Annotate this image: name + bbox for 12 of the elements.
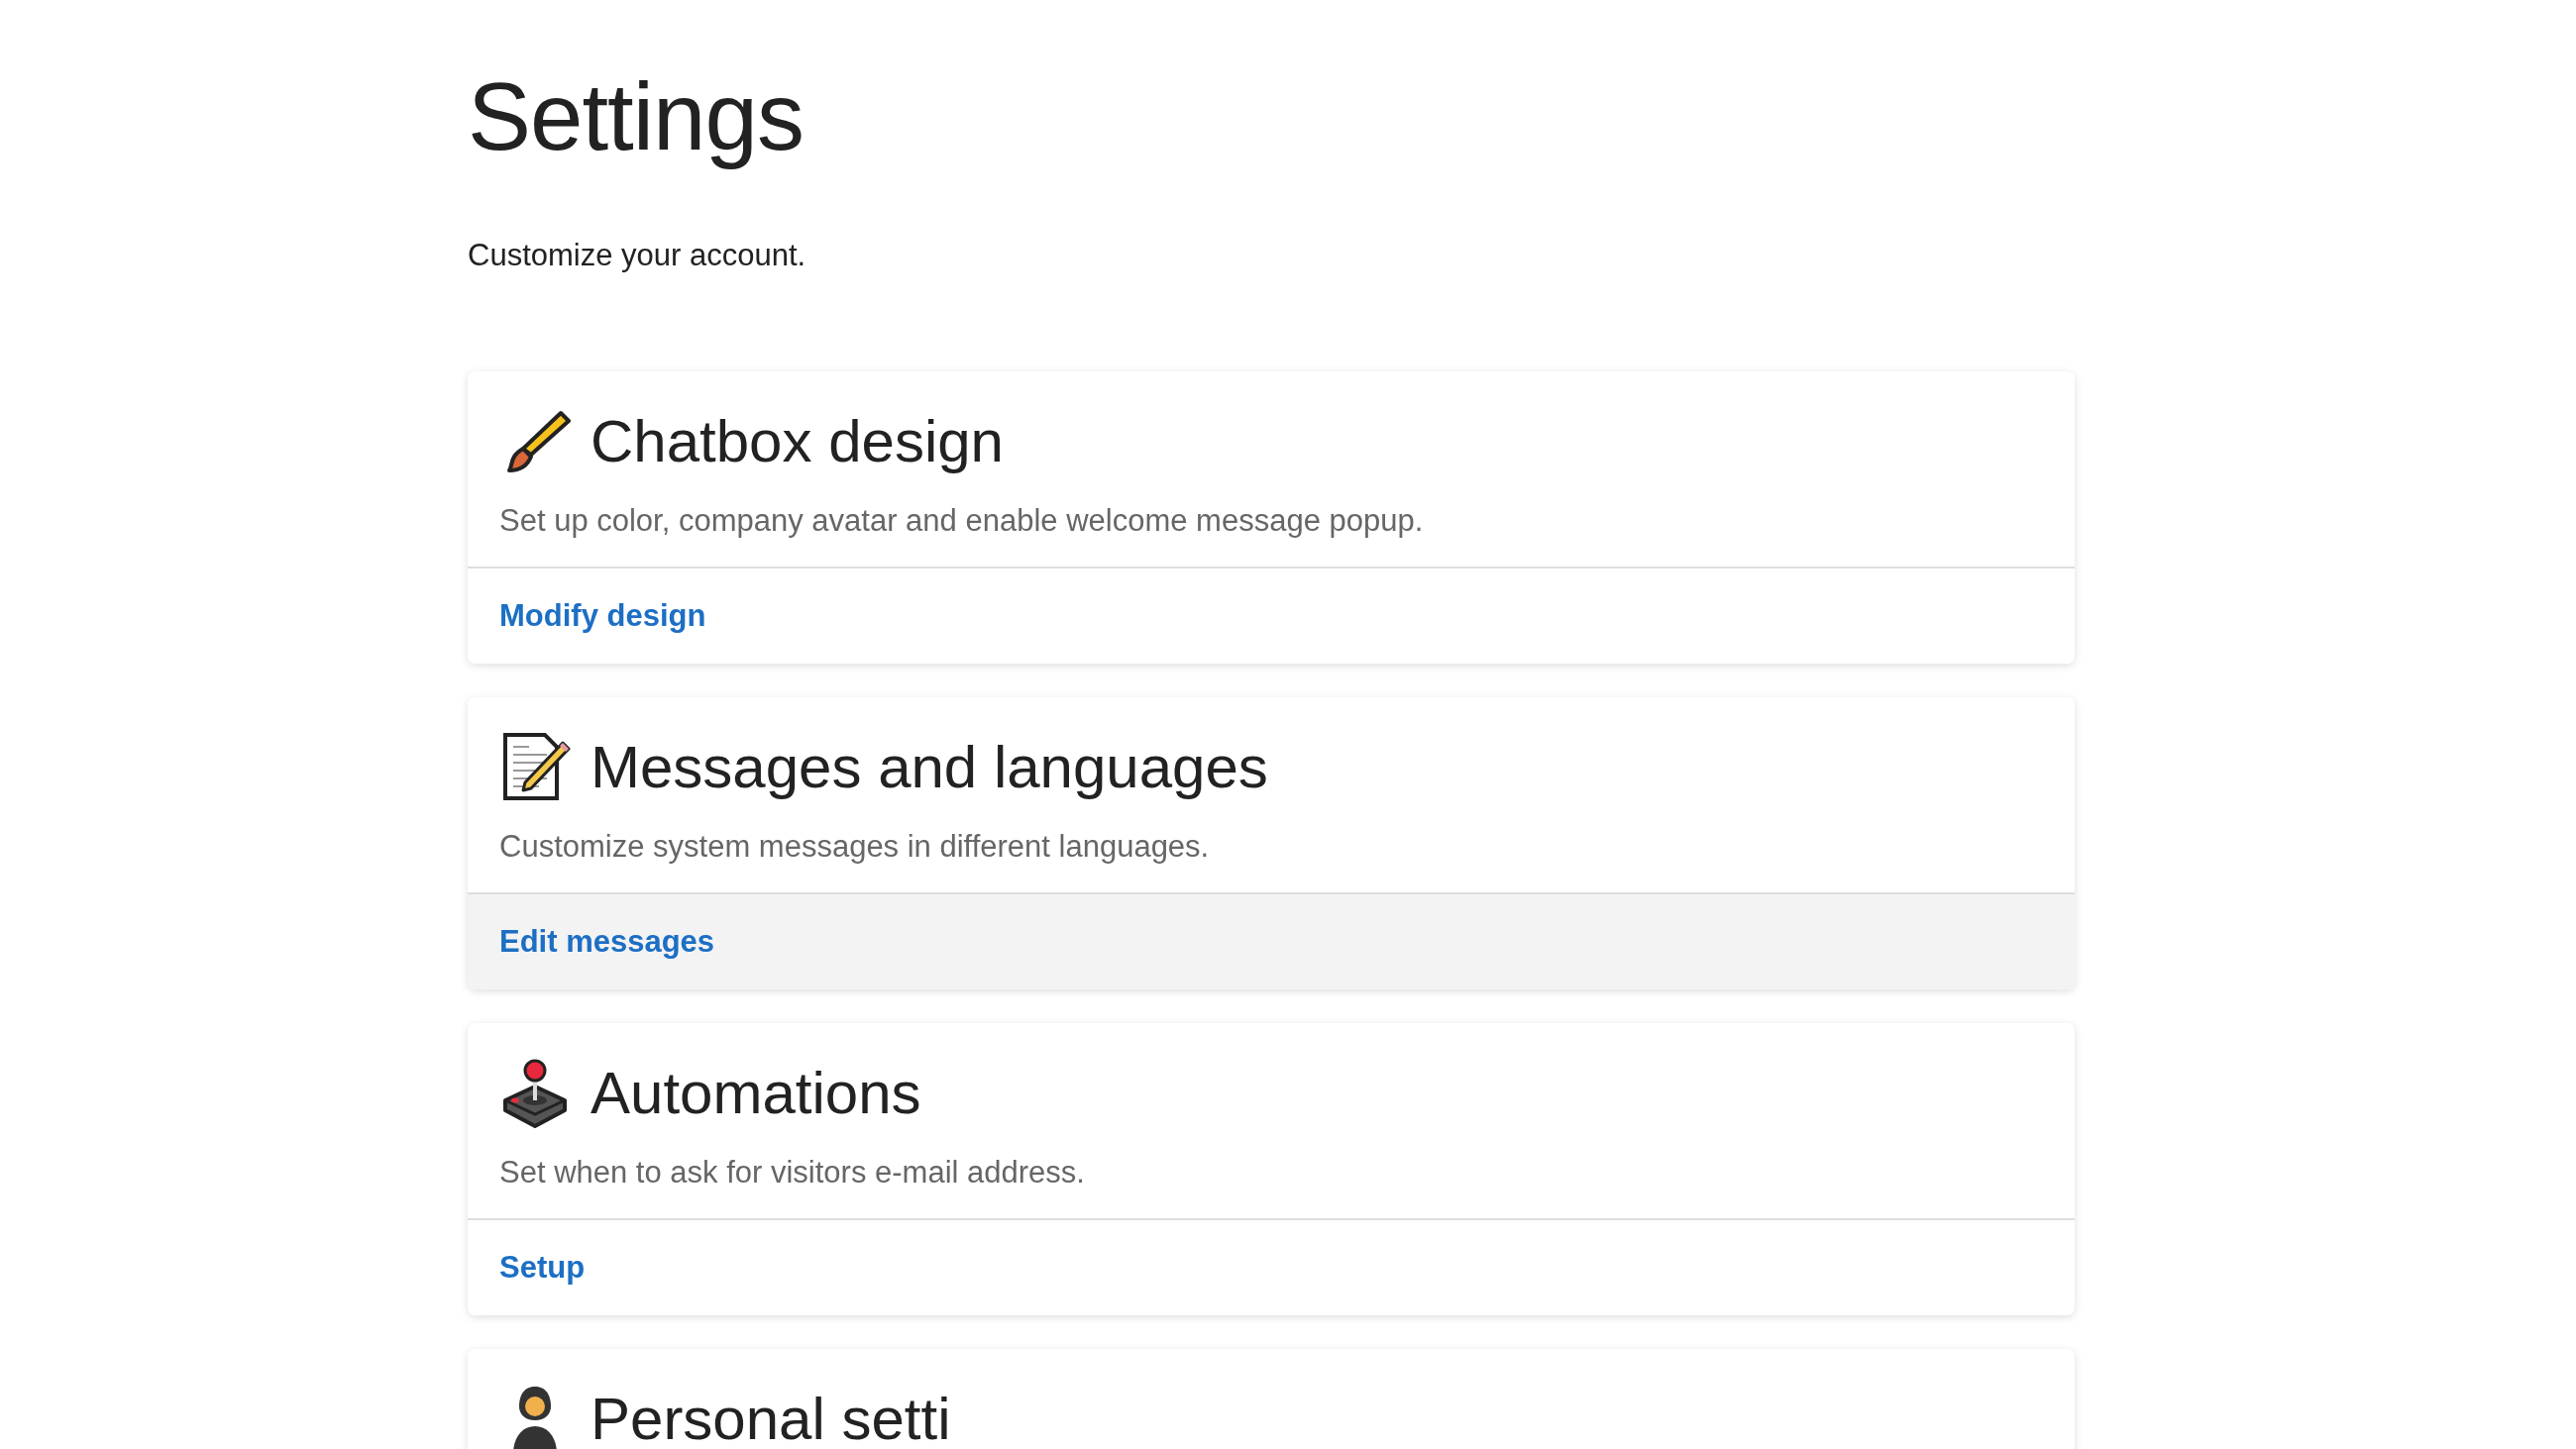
page-title: Settings xyxy=(468,62,804,171)
card-title: Chatbox design xyxy=(590,406,1004,475)
card-link[interactable]: Edit messages xyxy=(499,924,715,960)
card-link[interactable]: Modify design xyxy=(499,598,706,634)
card-description: Set when to ask for visitors e-mail address. xyxy=(499,1155,1085,1191)
card-title: Messages and languages xyxy=(590,732,1268,801)
page-subtitle: Customize your account. xyxy=(468,238,806,274)
card-link[interactable]: Setup xyxy=(499,1250,586,1286)
card-description: Customize system messages in different languages. xyxy=(499,829,1210,866)
card-description: Set up color, company avatar and enable welcome message popup. xyxy=(499,503,1424,540)
card-title: Automations xyxy=(590,1058,921,1127)
card-title: Personal setti xyxy=(590,1384,951,1449)
